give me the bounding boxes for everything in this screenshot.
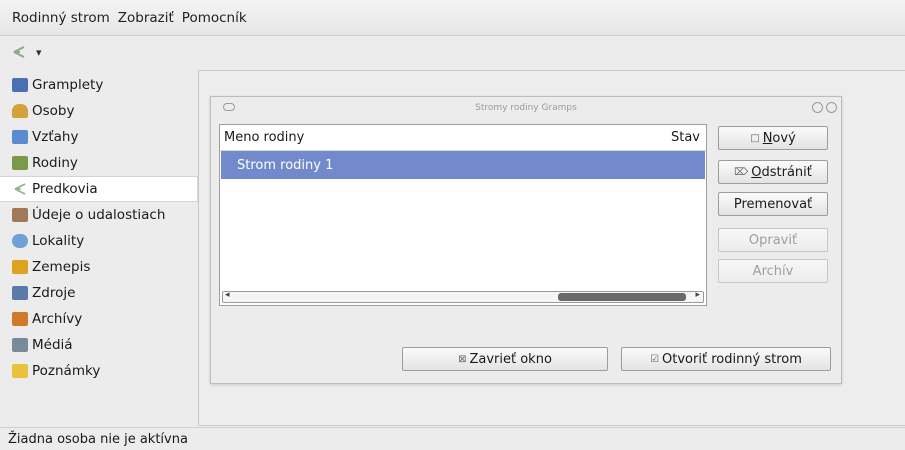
sidebar-item-geography[interactable]: Zemepis — [0, 254, 198, 280]
list-item[interactable]: Strom rodiny 1 — [221, 151, 705, 179]
sidebar: Gramplety Osoby Vzťahy Rodiny Predkovia … — [0, 72, 198, 427]
archive-button[interactable]: Archív — [718, 259, 828, 283]
sources-icon — [12, 286, 28, 300]
sidebar-item-gramplets[interactable]: Gramplety — [0, 72, 198, 98]
repositories-icon — [12, 312, 28, 326]
scrollbar-thumb[interactable] — [558, 293, 686, 301]
notes-icon — [12, 364, 28, 378]
gramplets-icon — [12, 78, 28, 92]
sidebar-item-label: Zdroje — [32, 285, 76, 301]
sidebar-item-places[interactable]: Lokality — [0, 228, 198, 254]
remove-icon: ⌦ — [734, 166, 749, 178]
sidebar-item-events[interactable]: Údeje o udalostiach — [0, 202, 198, 228]
repair-button[interactable]: Opraviť — [718, 228, 828, 252]
status-text: Žiadna osoba nie je aktívna — [8, 431, 188, 447]
dropdown-arrow-icon[interactable]: ▾ — [36, 46, 42, 59]
list-header: Meno rodiny Stav — [220, 125, 706, 151]
statusbar: Žiadna osoba nie je aktívna — [0, 427, 905, 450]
sidebar-item-ancestors[interactable]: Predkovia — [0, 176, 198, 202]
sidebar-item-label: Archívy — [32, 311, 83, 327]
media-icon — [12, 338, 28, 352]
family-trees-dialog: Stromy rodiny Gramps Meno rodiny Stav St… — [210, 96, 842, 384]
sidebar-item-label: Osoby — [32, 103, 75, 119]
close-window-icon[interactable] — [826, 102, 837, 113]
ancestors-icon — [12, 182, 28, 196]
geography-icon — [12, 260, 28, 274]
sidebar-item-sources[interactable]: Zdroje — [0, 280, 198, 306]
horizontal-scrollbar[interactable]: ◂ ▸ — [222, 290, 704, 303]
sidebar-item-notes[interactable]: Poznámky — [0, 358, 198, 384]
tree-back-icon[interactable] — [10, 44, 28, 60]
events-icon — [12, 208, 28, 222]
sidebar-item-label: Rodiny — [32, 155, 78, 171]
menu-family-trees[interactable]: Rodinný strom — [12, 10, 110, 26]
sidebar-item-label: Vzťahy — [32, 129, 79, 145]
close-window-button[interactable]: ⊠ Zavrieť okno — [402, 347, 608, 371]
close-icon: ⊠ — [458, 353, 467, 365]
sidebar-item-label: Gramplety — [32, 77, 104, 93]
sidebar-item-relationships[interactable]: Vzťahy — [0, 124, 198, 150]
open-tree-button[interactable]: ☑ Otvoriť rodinný strom — [621, 347, 831, 371]
sidebar-item-label: Médiá — [32, 337, 73, 353]
menu-view[interactable]: Zobraziť — [118, 10, 174, 26]
minimize-icon[interactable] — [812, 102, 823, 113]
sidebar-item-media[interactable]: Médiá — [0, 332, 198, 358]
menubar: Rodinný strom Zobraziť Pomocník — [0, 0, 905, 36]
sidebar-item-label: Predkovia — [32, 181, 98, 197]
new-button[interactable]: □ Nový — [718, 126, 828, 150]
scroll-left-icon[interactable]: ◂ — [225, 290, 230, 300]
sidebar-item-label: Poznámky — [32, 363, 101, 379]
sidebar-item-people[interactable]: Osoby — [0, 98, 198, 124]
sidebar-item-repositories[interactable]: Archívy — [0, 306, 198, 332]
places-icon — [12, 234, 28, 248]
rename-button[interactable]: Premenovať — [718, 192, 828, 216]
dialog-titlebar[interactable]: Stromy rodiny Gramps — [211, 97, 841, 119]
scroll-right-icon[interactable]: ▸ — [695, 290, 700, 300]
column-header-status[interactable]: Stav — [671, 130, 700, 145]
new-icon: □ — [750, 132, 760, 144]
sidebar-item-label: Zemepis — [32, 259, 91, 275]
family-tree-list[interactable]: Meno rodiny Stav Strom rodiny 1 ◂ ▸ — [219, 124, 707, 306]
families-icon — [12, 156, 28, 170]
relationships-icon — [12, 130, 28, 144]
menu-help[interactable]: Pomocník — [182, 10, 247, 26]
sidebar-item-label: Lokality — [32, 233, 85, 249]
people-icon — [12, 104, 28, 118]
family-tree-name: Strom rodiny 1 — [237, 157, 334, 173]
remove-button[interactable]: ⌦ Odstrániť — [718, 160, 828, 184]
open-check-icon: ☑ — [650, 353, 660, 365]
window-menu-icon[interactable] — [223, 103, 235, 111]
sidebar-item-label: Údeje o udalostiach — [32, 207, 166, 223]
toolbar: ▾ — [0, 37, 905, 67]
sidebar-item-families[interactable]: Rodiny — [0, 150, 198, 176]
dialog-title: Stromy rodiny Gramps — [475, 103, 577, 113]
column-header-name[interactable]: Meno rodiny — [224, 130, 304, 145]
